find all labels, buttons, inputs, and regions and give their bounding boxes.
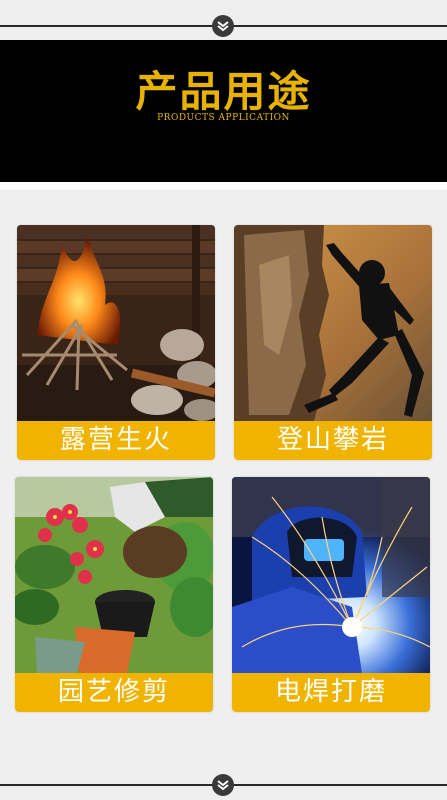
section-title: 产品用途 bbox=[135, 67, 312, 116]
section-header: 产品用途 PRODUCTS APPLICATION bbox=[0, 40, 447, 182]
card-welding[interactable]: 电焊打磨 bbox=[232, 477, 430, 712]
bottom-divider bbox=[0, 771, 447, 799]
chevron-down-icon bbox=[212, 15, 234, 37]
card-label: 露营生火 bbox=[17, 421, 215, 460]
card-camping[interactable]: 露营生火 bbox=[17, 225, 215, 460]
rock-climbing-photo bbox=[234, 225, 432, 421]
welding-photo bbox=[232, 477, 430, 673]
card-label: 电焊打磨 bbox=[232, 673, 430, 712]
top-divider bbox=[0, 12, 447, 40]
campfire-photo bbox=[17, 225, 215, 421]
gardening-photo bbox=[15, 477, 213, 673]
card-label: 园艺修剪 bbox=[15, 673, 213, 712]
chevron-down-icon bbox=[212, 774, 234, 796]
card-climbing[interactable]: 登山攀岩 bbox=[234, 225, 432, 460]
card-gardening[interactable]: 园艺修剪 bbox=[15, 477, 213, 712]
card-label: 登山攀岩 bbox=[234, 421, 432, 460]
separator-band bbox=[0, 182, 447, 190]
section-subtitle: PRODUCTS APPLICATION bbox=[157, 113, 290, 123]
